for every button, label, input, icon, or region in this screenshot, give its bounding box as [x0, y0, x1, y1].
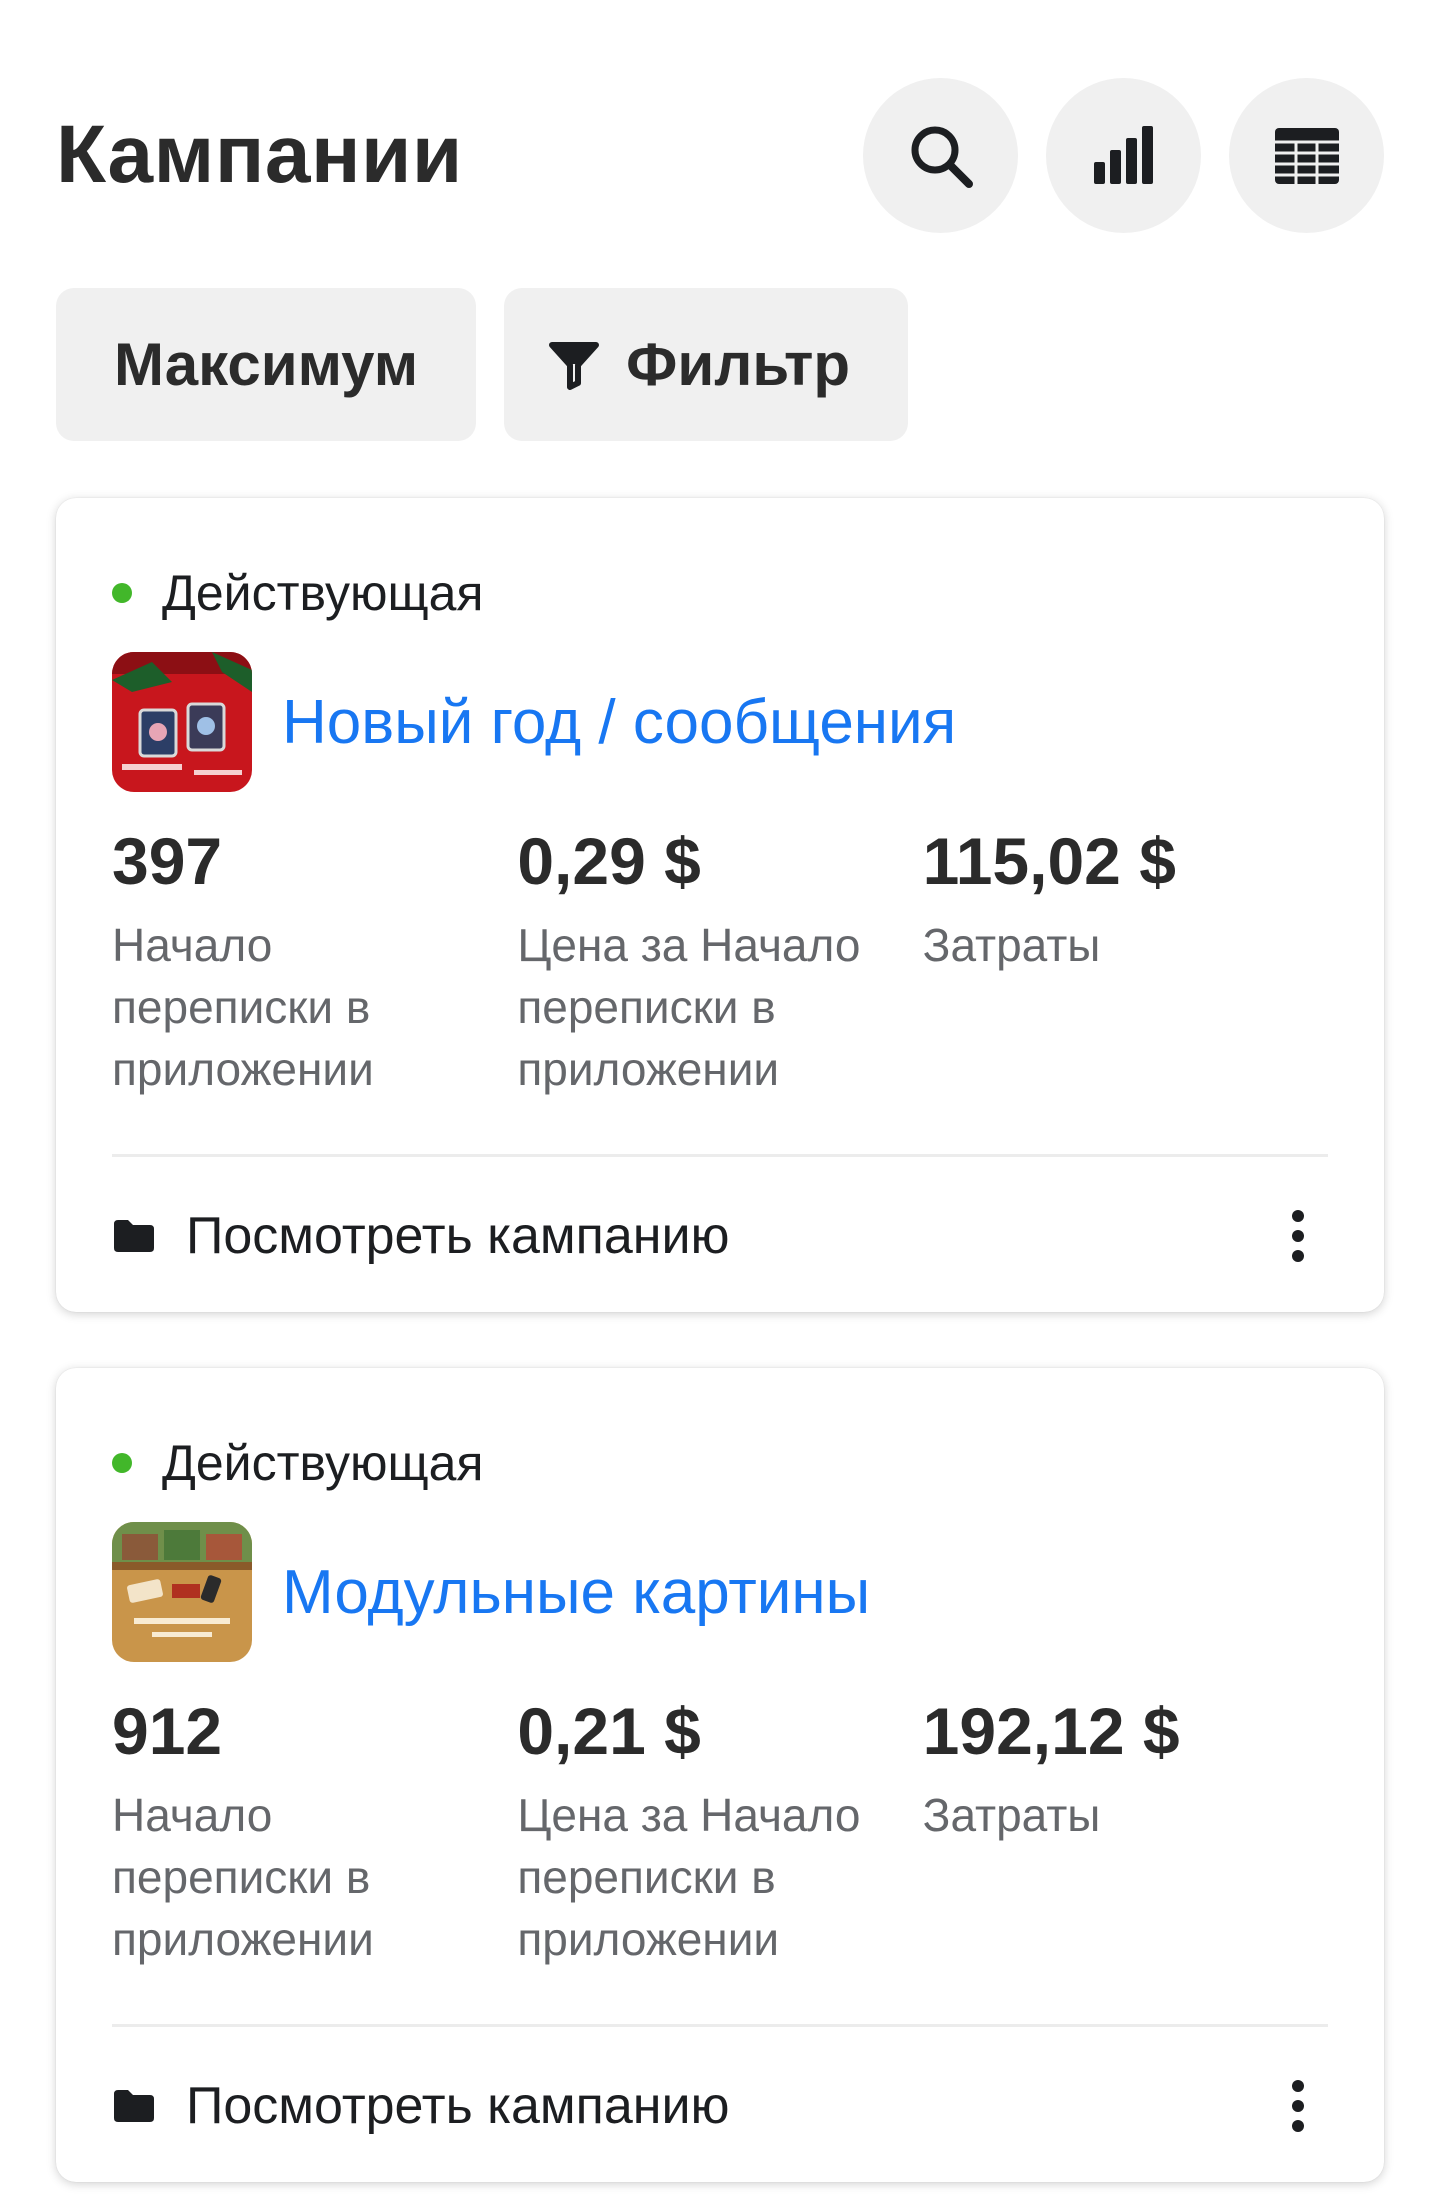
more-options-button[interactable] — [1268, 2068, 1328, 2144]
metric-label: Начало переписки в приложении — [112, 1789, 374, 1965]
metric-value: 115,02 $ — [922, 824, 1176, 898]
filter-label: Фильтр — [626, 331, 850, 398]
status: Действующая — [112, 564, 483, 622]
metric-value: 0,29 $ — [517, 824, 701, 898]
more-options-button[interactable] — [1268, 1198, 1328, 1274]
metric-spend: 192,12 $ Затраты — [923, 1698, 1328, 1970]
header-actions — [863, 78, 1384, 233]
divider — [112, 1154, 1328, 1157]
page-title: Кампании — [56, 109, 463, 200]
folder-icon — [112, 1218, 156, 1254]
reports-button[interactable] — [1046, 78, 1201, 233]
campaign-card[interactable]: Действующая Новый год / сообщения 397 На… — [56, 498, 1384, 1312]
metric-label: Цена за Начало переписки в приложении — [517, 919, 861, 1095]
status-label: Действующая — [162, 565, 484, 621]
metrics: 912 Начало переписки в приложении 0,21 $… — [112, 1698, 1328, 1970]
metric-label: Начало переписки в приложении — [112, 919, 374, 1095]
table-icon — [1274, 127, 1339, 184]
campaign-head: Модульные картины — [112, 1522, 870, 1662]
preset-label: Максимум — [114, 331, 419, 398]
divider — [112, 2024, 1328, 2027]
metric-value: 0,21 $ — [517, 1694, 701, 1768]
card-footer: Посмотреть кампанию — [112, 2056, 1328, 2156]
metric-spend: 115,02 $ Затраты — [923, 828, 1328, 1100]
metric-results: 397 Начало переписки в приложении — [112, 828, 517, 1100]
campaign-card[interactable]: Действующая Модульные картины 912 Начало… — [56, 1368, 1384, 2182]
metric-label: Затраты — [922, 919, 1101, 971]
search-button[interactable] — [863, 78, 1018, 233]
metric-value: 192,12 $ — [922, 1694, 1180, 1768]
metrics: 397 Начало переписки в приложении 0,29 $… — [112, 828, 1328, 1100]
status-label: Действующая — [162, 1435, 484, 1491]
more-vertical-icon — [1292, 1210, 1304, 1262]
metric-value: 397 — [112, 824, 223, 898]
status-dot — [112, 583, 132, 603]
more-vertical-icon — [1292, 2080, 1304, 2132]
campaign-thumbnail — [112, 652, 252, 792]
campaign-name-link[interactable]: Модульные картины — [282, 1557, 870, 1628]
view-campaign-label: Посмотреть кампанию — [186, 2077, 730, 2135]
campaigns-screen: Кампании Максимум Фильтр Действующая Нов… — [0, 0, 1440, 2205]
view-campaign-link[interactable]: Посмотреть кампанию — [112, 1206, 730, 1266]
status: Действующая — [112, 1434, 483, 1492]
view-campaign-link[interactable]: Посмотреть кампанию — [112, 2076, 730, 2136]
view-campaign-label: Посмотреть кампанию — [186, 1207, 730, 1265]
campaign-name-link[interactable]: Новый год / сообщения — [282, 687, 956, 758]
metric-value: 912 — [112, 1694, 223, 1768]
funnel-icon — [548, 339, 600, 391]
campaign-head: Новый год / сообщения — [112, 652, 956, 792]
bar-chart-icon — [1093, 125, 1153, 184]
metric-cost-per-result: 0,21 $ Цена за Начало переписки в прилож… — [517, 1698, 922, 1970]
header: Кампании — [56, 78, 1384, 233]
table-view-button[interactable] — [1229, 78, 1384, 233]
preset-button[interactable]: Максимум — [56, 288, 477, 441]
status-dot — [112, 1453, 132, 1473]
metric-cost-per-result: 0,29 $ Цена за Начало переписки в прилож… — [517, 828, 922, 1100]
metric-label: Цена за Начало переписки в приложении — [517, 1789, 861, 1965]
filter-row: Максимум Фильтр — [56, 288, 908, 441]
folder-icon — [112, 2088, 156, 2124]
metric-label: Затраты — [922, 1789, 1101, 1841]
card-footer: Посмотреть кампанию — [112, 1186, 1328, 1286]
campaign-thumbnail — [112, 1522, 252, 1662]
search-icon — [911, 126, 973, 188]
filter-button[interactable]: Фильтр — [504, 288, 908, 441]
metric-results: 912 Начало переписки в приложении — [112, 1698, 517, 1970]
